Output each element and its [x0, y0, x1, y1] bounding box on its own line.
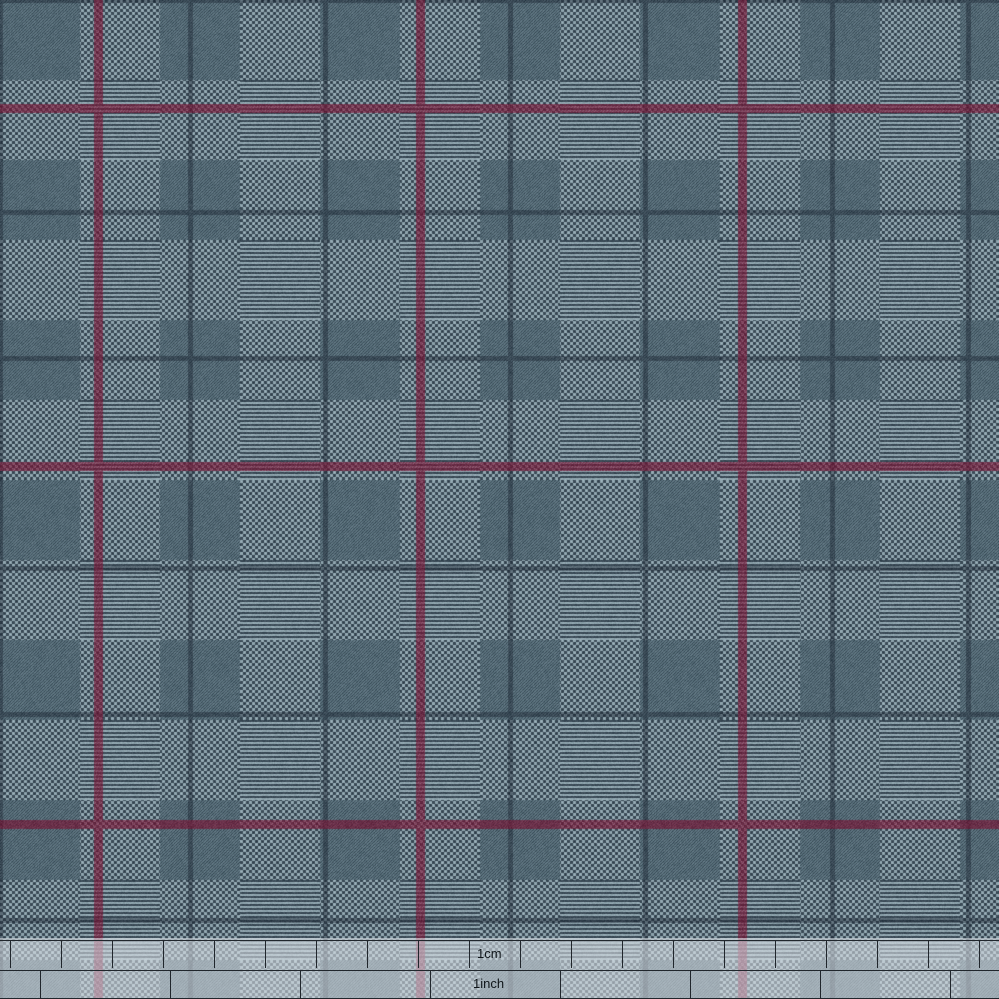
ruler-inch-tick	[170, 971, 171, 998]
ruler-cm-tick	[775, 941, 776, 968]
ruler-cm-tick	[622, 941, 623, 968]
ruler-cm-tick	[418, 941, 419, 968]
ruler-cm-tick	[724, 941, 725, 968]
ruler-cm-tick	[928, 941, 929, 968]
ruler-inch-tick	[560, 971, 561, 998]
ruler-cm-tick	[61, 941, 62, 968]
ruler-inch-tick	[820, 971, 821, 998]
ruler-cm-tick	[979, 941, 980, 968]
ruler-cm-tick	[673, 941, 674, 968]
ruler-inch-scale: 1inch	[0, 970, 999, 999]
ruler-cm-tick	[877, 941, 878, 968]
ruler-cm-tick	[520, 941, 521, 968]
ruler-cm-tick	[265, 941, 266, 968]
scale-ruler: 1cm 1inch	[0, 938, 999, 999]
fabric-swatch-photo: 1cm 1inch	[0, 0, 999, 999]
ruler-cm-tick	[214, 941, 215, 968]
plaid-fabric-texture	[0, 0, 999, 999]
ruler-cm-tick	[10, 941, 11, 968]
ruler-inch-tick	[430, 971, 431, 998]
ruler-inch-tick	[950, 971, 951, 998]
ruler-inch-tick	[300, 971, 301, 998]
ruler-cm-tick	[571, 941, 572, 968]
ruler-cm-tick	[316, 941, 317, 968]
ruler-inch-label: 1inch	[473, 976, 505, 991]
ruler-cm-scale: 1cm	[0, 940, 999, 968]
ruler-inch-tick	[40, 971, 41, 998]
ruler-cm-tick	[469, 941, 470, 968]
ruler-cm-tick	[367, 941, 368, 968]
ruler-cm-label: 1cm	[477, 946, 502, 961]
ruler-cm-tick	[163, 941, 164, 968]
ruler-cm-tick	[112, 941, 113, 968]
ruler-cm-tick	[826, 941, 827, 968]
ruler-inch-tick	[690, 971, 691, 998]
